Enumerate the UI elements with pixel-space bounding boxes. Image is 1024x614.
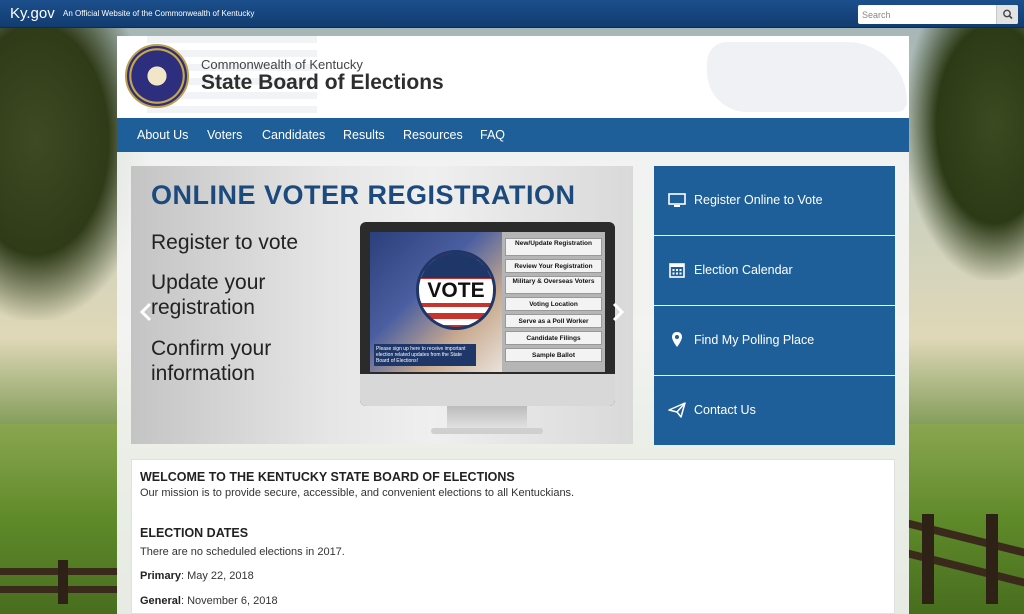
- chevron-left-icon: [139, 302, 152, 322]
- screen-menu-item: Candidate Filings: [505, 331, 602, 345]
- kentucky-map-watermark: [707, 42, 907, 112]
- quicklink-election-calendar[interactable]: Election Calendar: [654, 236, 895, 305]
- quicklink-register-online[interactable]: Register Online to Vote: [654, 166, 895, 235]
- vote-badge: VOTE: [416, 250, 496, 330]
- monitor-icon: [668, 193, 686, 207]
- quicklink-label: Election Calendar: [694, 263, 793, 277]
- background-tree-right: [904, 20, 1024, 280]
- nav-item-about-us[interactable]: About Us: [137, 118, 188, 152]
- chevron-right-icon: [612, 302, 625, 322]
- monitor-screen: VOTE Please sign up here to receive impo…: [370, 232, 605, 372]
- quicklink-contact-us[interactable]: Contact Us: [654, 376, 895, 445]
- quicklink-label: Contact Us: [694, 403, 756, 417]
- vote-badge-text: VOTE: [419, 279, 493, 303]
- header-subtitle: Commonwealth of Kentucky: [201, 57, 363, 72]
- carousel-next-button[interactable]: [611, 302, 625, 328]
- main-content: WELCOME TO THE KENTUCKY STATE BOARD OF E…: [131, 459, 895, 614]
- screen-menu: New/Update Registration Review Your Regi…: [502, 232, 605, 372]
- primary-date: : May 22, 2018: [180, 570, 254, 582]
- main-nav: About Us Voters Candidates Results Resou…: [117, 118, 909, 152]
- general-date: : November 6, 2018: [180, 595, 278, 607]
- quicklink-label: Find My Polling Place: [694, 333, 815, 347]
- background-fence-left: [0, 560, 118, 604]
- site-header: Commonwealth of Kentucky State Board of …: [117, 36, 909, 118]
- calendar-icon: [669, 263, 685, 278]
- election-dates-heading: ELECTION DATES: [140, 526, 249, 540]
- background-fence-right: [908, 514, 1024, 604]
- carousel-prev-button[interactable]: [139, 302, 153, 328]
- header-title[interactable]: State Board of Elections: [201, 71, 444, 95]
- primary-date-line: Primary: May 22, 2018: [140, 570, 254, 582]
- screen-menu-item: Military & Overseas Voters: [505, 276, 602, 294]
- monitor-base: [431, 428, 543, 434]
- nav-item-resources[interactable]: Resources: [403, 118, 463, 152]
- general-label: General: [140, 595, 181, 607]
- screen-menu-item: Review Your Registration: [505, 259, 602, 273]
- kygov-topbar: Ky.gov An Official Website of the Common…: [0, 0, 1024, 28]
- official-site-tagline: An Official Website of the Commonwealth …: [63, 9, 255, 18]
- screen-menu-item: New/Update Registration: [505, 238, 602, 256]
- nav-item-voters[interactable]: Voters: [207, 118, 242, 152]
- quicklink-label: Register Online to Vote: [694, 193, 823, 207]
- monitor-chin: [360, 374, 615, 406]
- carousel-title: ONLINE VOTER REGISTRATION: [151, 180, 576, 210]
- screen-menu-item: Sample Ballot: [505, 348, 602, 362]
- search-button[interactable]: [996, 5, 1018, 24]
- general-date-line: General: November 6, 2018: [140, 595, 278, 607]
- quicklink-find-polling-place[interactable]: Find My Polling Place: [654, 306, 895, 375]
- hero-carousel[interactable]: ONLINE VOTER REGISTRATION Register to vo…: [131, 166, 633, 444]
- main-container: Commonwealth of Kentucky State Board of …: [117, 36, 909, 614]
- carousel-line-confirm: Confirm your information: [151, 337, 272, 385]
- mission-statement: Our mission is to provide secure, access…: [140, 487, 575, 499]
- map-pin-icon: [672, 332, 682, 347]
- welcome-heading: WELCOME TO THE KENTUCKY STATE BOARD OF E…: [140, 470, 515, 484]
- quick-links: Register Online to Vote Election Calenda…: [654, 166, 895, 445]
- nav-item-faq[interactable]: FAQ: [480, 118, 505, 152]
- nav-item-candidates[interactable]: Candidates: [262, 118, 325, 152]
- paper-plane-icon: [668, 402, 686, 418]
- carousel-line-register: Register to vote: [151, 231, 299, 254]
- carousel-line-update: Update your registration: [151, 271, 266, 319]
- primary-label: Primary: [140, 570, 181, 582]
- screen-menu-item: Voting Location: [505, 297, 602, 311]
- monitor-stand: [447, 406, 527, 430]
- screen-menu-item: Serve as a Poll Worker: [505, 314, 602, 328]
- kygov-logo-link[interactable]: Ky.gov: [10, 5, 55, 22]
- screen-caption: Please sign up here to receive important…: [374, 344, 476, 366]
- search-box: [858, 5, 1018, 24]
- nav-item-results[interactable]: Results: [343, 118, 385, 152]
- no-elections-text: There are no scheduled elections in 2017…: [140, 546, 345, 558]
- search-icon: [1003, 9, 1013, 20]
- kentucky-seal-logo[interactable]: [125, 44, 189, 108]
- search-input[interactable]: [858, 5, 996, 24]
- monitor-illustration: VOTE Please sign up here to receive impo…: [360, 222, 615, 406]
